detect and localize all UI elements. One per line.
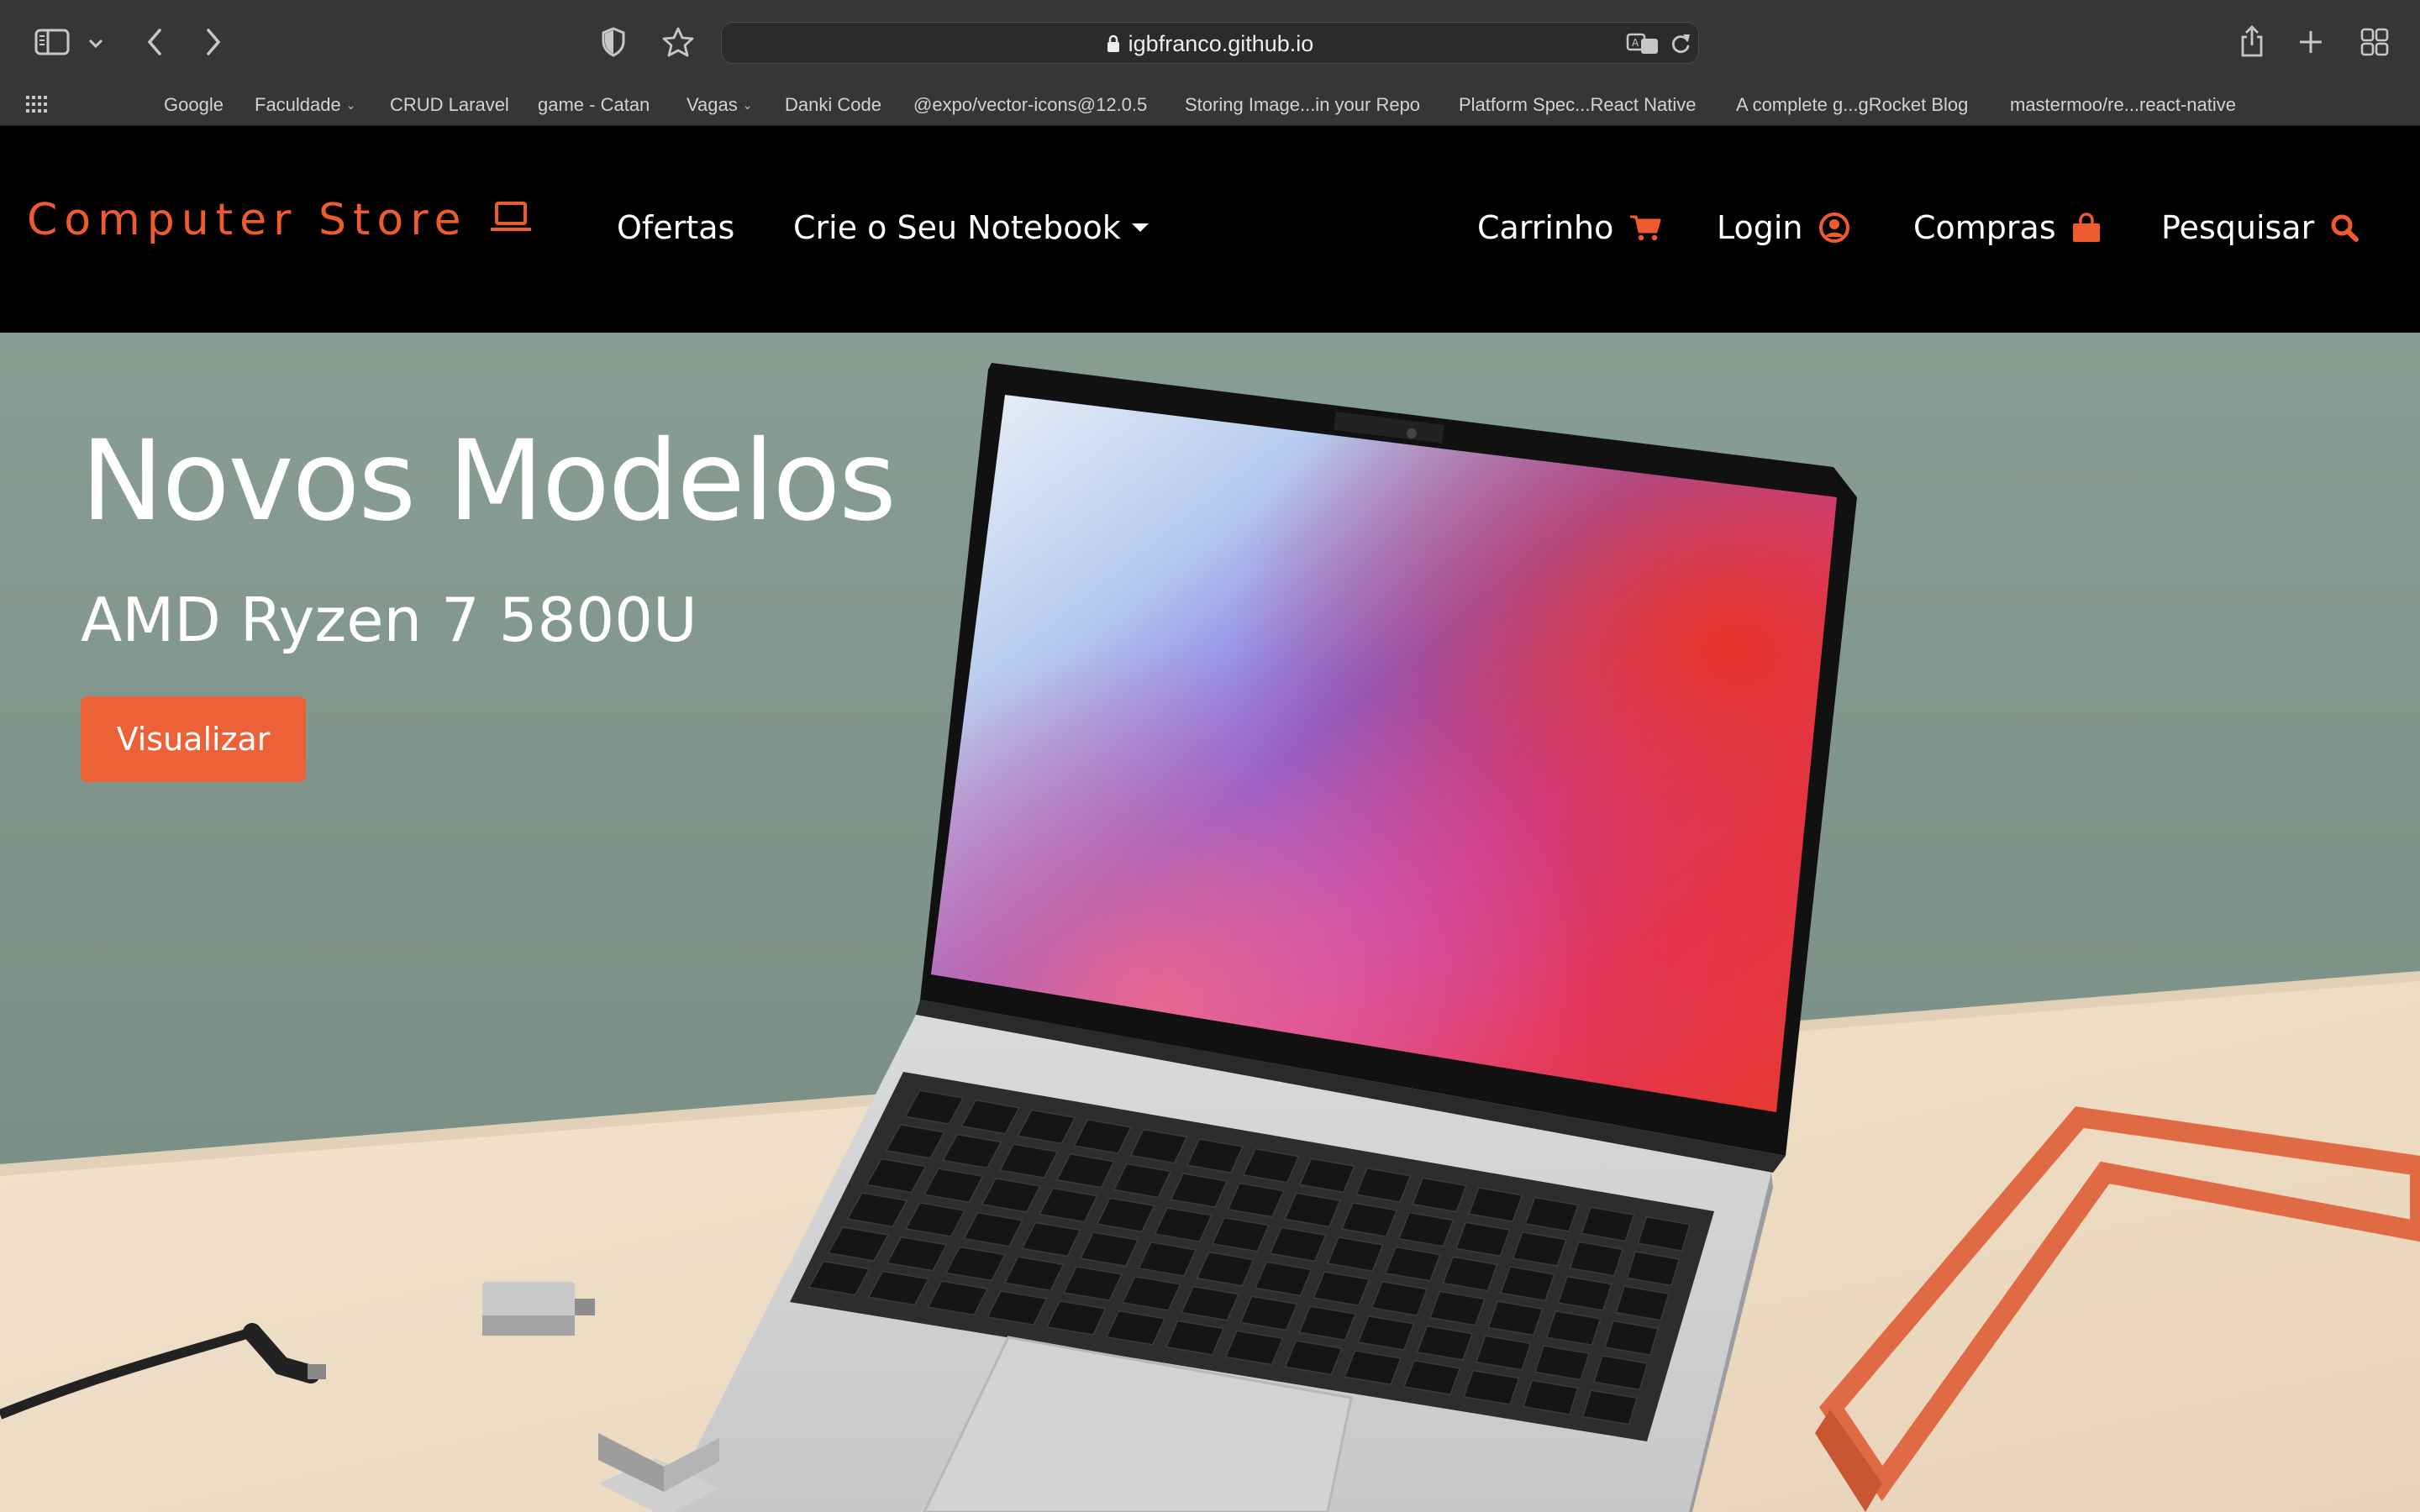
laptop-icon xyxy=(489,195,533,245)
share-icon xyxy=(2241,25,2263,57)
bookmark-item[interactable]: Danki Code xyxy=(785,84,881,126)
nav-build-notebook-dropdown[interactable]: Crie o Seu Notebook xyxy=(793,207,1150,249)
bookmark-folder[interactable]: Vagas ⌄ xyxy=(687,84,752,126)
hero-banner: Novos Modelos AMD Ryzen 7 5800U Visualiz… xyxy=(0,333,2420,1512)
bookmark-label: Faculdade xyxy=(255,94,341,115)
cart-icon xyxy=(1628,213,1662,242)
bookmarks-grid-button[interactable] xyxy=(25,94,49,118)
star-icon xyxy=(662,27,694,57)
sidebar-menu-chevron-button[interactable] xyxy=(84,32,108,55)
reload-button[interactable] xyxy=(1670,23,1691,65)
bookmark-label: Vagas xyxy=(687,94,738,115)
new-tab-button[interactable] xyxy=(2296,25,2326,59)
translate-button[interactable]: A xyxy=(1626,23,1660,65)
view-button[interactable]: Visualizar xyxy=(81,696,306,782)
browser-toolbar: igbfranco.github.io A xyxy=(0,0,2420,84)
url-text: igbfranco.github.io xyxy=(1128,30,1314,56)
bookmark-label: A complete g...gRocket Blog xyxy=(1736,94,1969,115)
caret-down-icon xyxy=(1131,223,1150,233)
brand-logo-link[interactable]: Computer Store xyxy=(27,195,533,245)
chevron-down-icon: ⌄ xyxy=(345,97,356,112)
hero-subtitle: AMD Ryzen 7 5800U xyxy=(81,585,697,655)
nav-purchases-label: Compras xyxy=(1913,209,2056,246)
nav-login-link[interactable]: Login xyxy=(1717,207,1850,249)
nav-purchases-link[interactable]: Compras xyxy=(1913,207,2102,249)
bookmark-item[interactable]: mastermoo/re...react-native xyxy=(2010,84,2236,126)
bookmark-label: Danki Code xyxy=(785,94,881,115)
back-button[interactable] xyxy=(138,24,171,60)
chevron-down-icon: ⌄ xyxy=(742,97,753,112)
bookmark-item[interactable]: game - Catan xyxy=(538,84,650,126)
bookmark-label: @expo/vector-icons@12.0.5 xyxy=(913,94,1148,115)
bookmark-star-button[interactable] xyxy=(660,24,696,60)
privacy-report-button[interactable] xyxy=(597,25,630,59)
bookmark-item[interactable]: A complete g...gRocket Blog xyxy=(1736,84,1968,126)
chevron-down-icon xyxy=(88,39,103,49)
forward-button[interactable] xyxy=(197,24,230,60)
tab-grid-icon xyxy=(2360,28,2389,56)
nav-login-label: Login xyxy=(1717,209,1803,246)
bookmark-label: Google xyxy=(164,94,224,115)
bookmark-item[interactable]: Storing Image...in your Repo xyxy=(1185,84,1420,126)
nav-cart-link[interactable]: Carrinho xyxy=(1477,207,1662,249)
bookmark-folder[interactable]: Faculdade ⌄ xyxy=(255,84,355,126)
url-display[interactable]: igbfranco.github.io xyxy=(722,23,1698,65)
bookmark-label: game - Catan xyxy=(538,94,650,115)
nav-offers-link[interactable]: Ofertas xyxy=(617,207,734,249)
svg-text:A: A xyxy=(1632,37,1639,49)
bookmark-item[interactable]: Platform Spec...React Native xyxy=(1459,84,1696,126)
nav-search-label: Pesquisar xyxy=(2161,209,2315,246)
apps-grid-icon xyxy=(26,96,47,113)
bookmark-label: Platform Spec...React Native xyxy=(1459,94,1697,115)
shield-icon xyxy=(602,27,625,57)
translate-icon: A xyxy=(1626,33,1658,54)
search-icon xyxy=(2329,213,2360,243)
chevron-left-icon xyxy=(147,29,161,55)
shopping-bag-icon xyxy=(2071,212,2102,244)
bookmark-label: mastermoo/re...react-native xyxy=(2010,94,2236,115)
bookmark-item[interactable]: @expo/vector-icons@12.0.5 xyxy=(913,84,1147,126)
bookmark-label: Storing Image...in your Repo xyxy=(1185,94,1421,115)
site-navbar: Computer Store Ofertas Crie o Seu Notebo… xyxy=(0,126,2420,333)
nav-offers-label: Ofertas xyxy=(617,209,735,246)
nav-build-label: Crie o Seu Notebook xyxy=(793,209,1121,246)
chevron-right-icon xyxy=(207,29,221,55)
sidebar-toggle-button[interactable] xyxy=(32,25,72,59)
brand-name: Computer Store xyxy=(27,195,468,245)
nav-cart-label: Carrinho xyxy=(1477,209,1614,246)
sidebar-icon xyxy=(34,29,70,55)
bookmark-label: CRUD Laravel xyxy=(390,94,509,115)
plus-icon xyxy=(2300,31,2322,53)
share-button[interactable] xyxy=(2235,20,2269,62)
bookmark-item[interactable]: Google xyxy=(164,84,224,126)
reload-icon xyxy=(1671,34,1690,54)
tab-overview-button[interactable] xyxy=(2358,25,2391,59)
nav-search-link[interactable]: Pesquisar xyxy=(2161,207,2360,249)
address-bar[interactable]: igbfranco.github.io A xyxy=(721,22,1699,64)
user-circle-icon xyxy=(1818,212,1850,244)
bookmarks-bar: Google Faculdade ⌄ CRUD Laravel game - Ca… xyxy=(0,84,2420,126)
lock-icon xyxy=(1107,34,1120,53)
bookmark-item[interactable]: CRUD Laravel xyxy=(390,84,509,126)
hero-title: Novos Modelos xyxy=(81,417,897,546)
